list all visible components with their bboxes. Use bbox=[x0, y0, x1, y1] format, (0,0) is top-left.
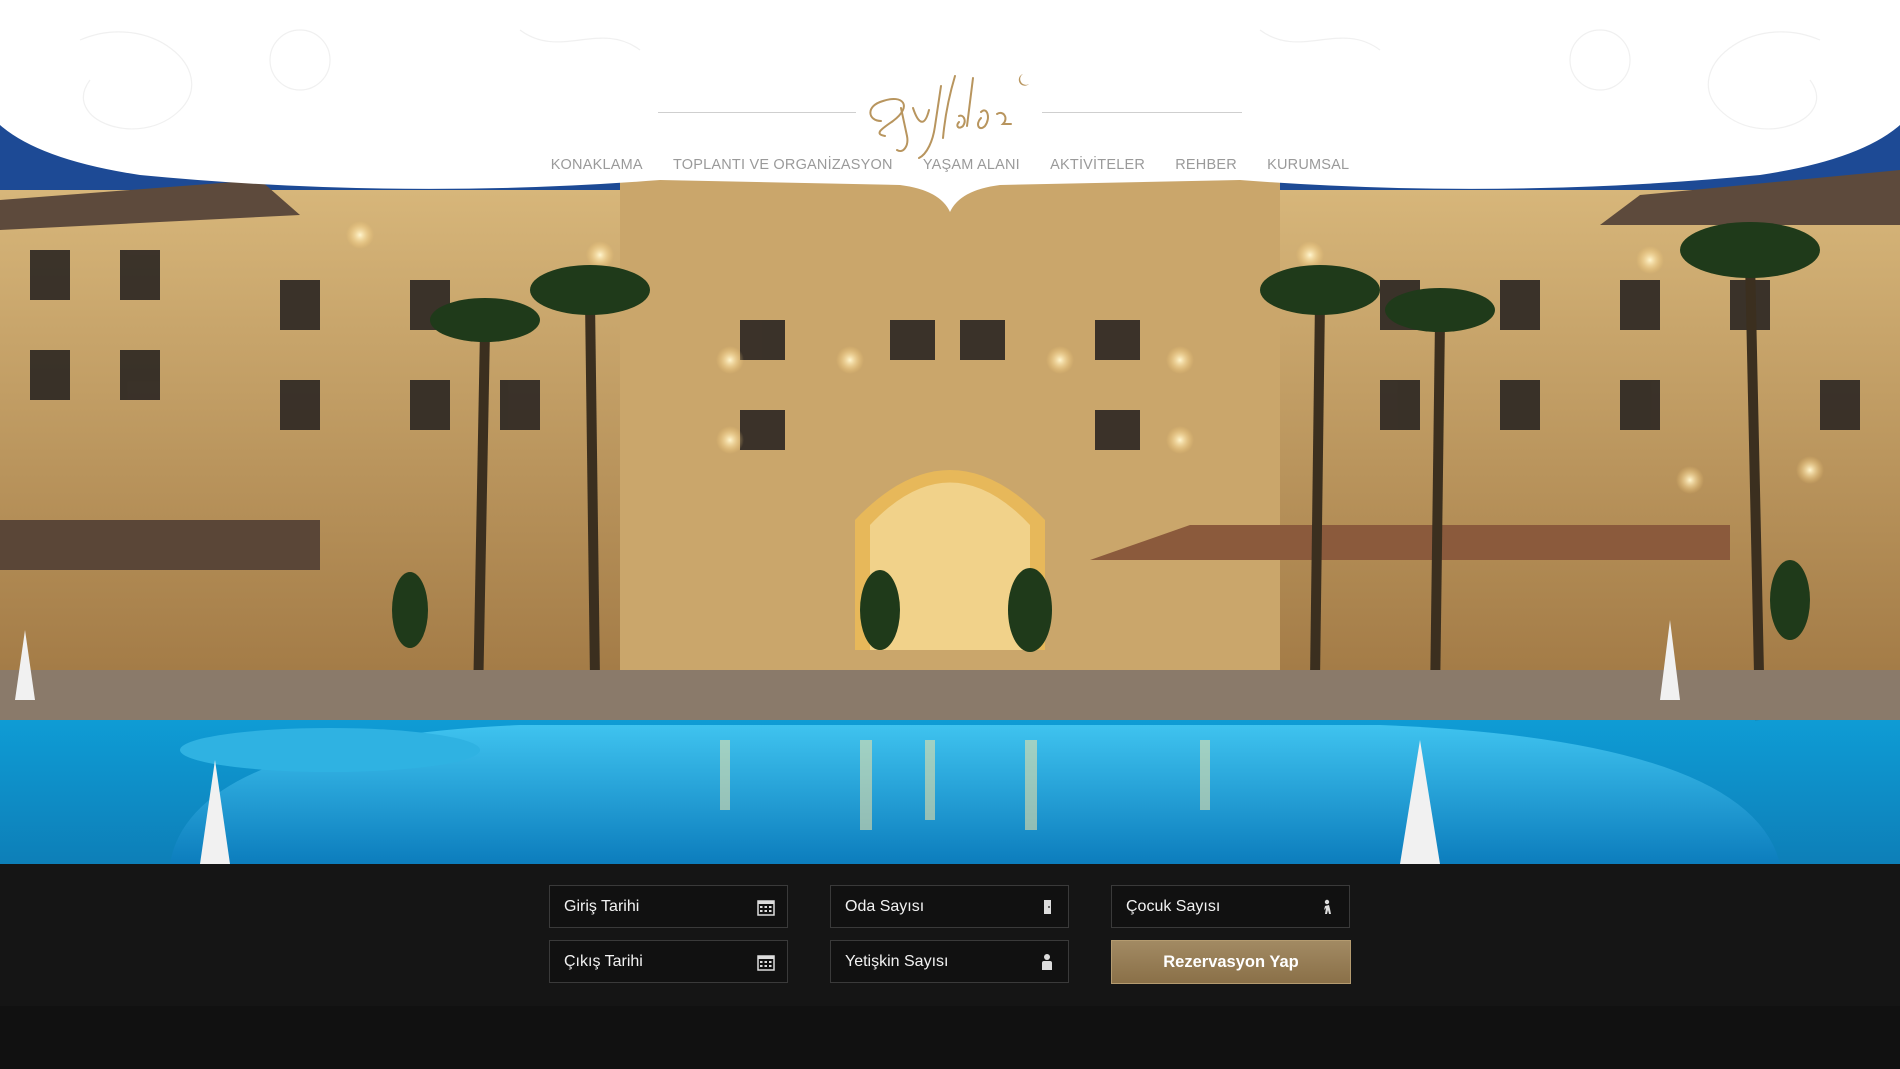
calendar-icon[interactable] bbox=[757, 898, 775, 916]
nav-item-konaklama[interactable]: KONAKLAMA bbox=[551, 157, 643, 173]
child-count-field[interactable]: Çocuk Sayısı bbox=[1111, 885, 1350, 928]
nav-item-toplanti[interactable]: TOPLANTI VE ORGANİZASYON bbox=[673, 157, 893, 173]
child-icon bbox=[1324, 899, 1331, 914]
adult-icon bbox=[1042, 954, 1052, 970]
adult-count-field[interactable]: Yetişkin Sayısı bbox=[830, 940, 1069, 983]
checkin-date-field[interactable]: Giriş Tarihi bbox=[549, 885, 788, 928]
nav-item-rehber[interactable]: REHBER bbox=[1175, 157, 1237, 173]
door-icon bbox=[1044, 900, 1051, 914]
nav-item-aktiviteler[interactable]: AKTİVİTELER bbox=[1050, 157, 1145, 173]
main-nav: KONAKLAMA TOPLANTI VE ORGANİZASYON YAŞAM… bbox=[0, 157, 1900, 173]
reservation-button[interactable]: Rezervasyon Yap bbox=[1111, 940, 1351, 984]
nav-item-yasam-alani[interactable]: YAŞAM ALANI bbox=[923, 157, 1020, 173]
footer-strip bbox=[0, 1006, 1900, 1069]
adult-count-placeholder: Yetişkin Sayısı bbox=[845, 953, 949, 970]
room-count-placeholder: Oda Sayısı bbox=[845, 898, 925, 915]
ay-yildiz-logo[interactable] bbox=[863, 66, 1033, 162]
checkout-date-field[interactable]: Çıkış Tarihi bbox=[549, 940, 788, 983]
logo-divider-left bbox=[658, 112, 856, 113]
child-count-placeholder: Çocuk Sayısı bbox=[1126, 898, 1221, 915]
calendar-icon[interactable] bbox=[757, 953, 775, 971]
checkout-date-placeholder: Çıkış Tarihi bbox=[564, 953, 643, 970]
room-count-field[interactable]: Oda Sayısı bbox=[830, 885, 1069, 928]
checkin-date-placeholder: Giriş Tarihi bbox=[564, 898, 640, 915]
logo-divider-right bbox=[1042, 112, 1242, 113]
nav-item-kurumsal[interactable]: KURUMSAL bbox=[1267, 157, 1349, 173]
